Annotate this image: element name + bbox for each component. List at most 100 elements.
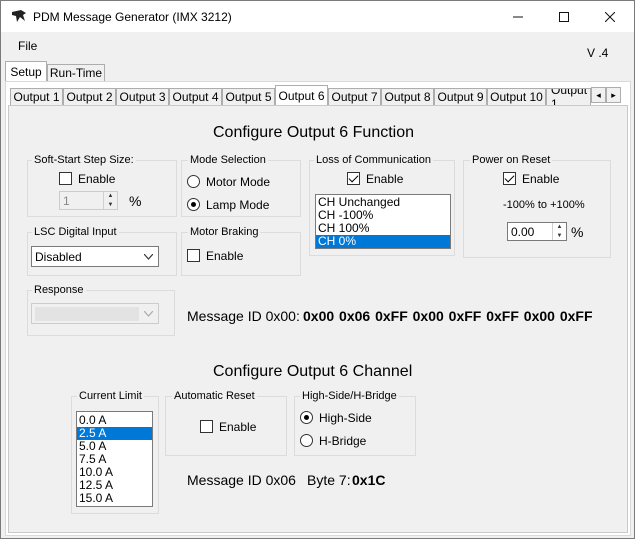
spinner-buttons[interactable]: ▲ ▼ xyxy=(552,223,566,240)
soft-start-enable-label: Enable xyxy=(78,172,116,186)
lamp-mode-radio[interactable] xyxy=(187,198,200,211)
loss-comm-enable-label: Enable xyxy=(366,172,404,186)
channel-message-value: 0x1C xyxy=(352,472,386,488)
chevron-left-icon: ◂ xyxy=(596,89,601,100)
menu-bar: File xyxy=(1,35,634,57)
maximize-button[interactable] xyxy=(541,1,587,32)
h-bridge-radio[interactable] xyxy=(300,434,313,447)
tab-setup-label: Setup xyxy=(10,64,42,79)
soft-start-unit: % xyxy=(129,193,142,209)
tab-label: Output 10 xyxy=(490,90,543,104)
soft-start-enable-checkbox[interactable] xyxy=(59,172,72,185)
tab-output-5[interactable]: Output 5 xyxy=(222,88,275,106)
function-message-bytes: 0x00 0x06 0xFF 0x00 0xFF 0xFF 0x00 0xFF xyxy=(303,308,593,324)
motor-mode-label: Motor Mode xyxy=(206,175,271,189)
arrow-down-icon: ▼ xyxy=(107,201,114,208)
motor-braking-enable-checkbox[interactable] xyxy=(187,249,200,262)
window-title: PDM Message Generator (IMX 3212) xyxy=(33,10,232,24)
app-window: PDM Message Generator (IMX 3212) File V … xyxy=(0,0,635,539)
tab-output-1[interactable]: Output 1 xyxy=(10,88,63,106)
title-bar: PDM Message Generator (IMX 3212) xyxy=(1,1,634,32)
version-label: V .4 xyxy=(587,46,609,60)
tab-label: Output 6 xyxy=(278,88,325,103)
tab-scroll-right-button[interactable]: ▸ xyxy=(606,87,621,103)
tab-output-2[interactable]: Output 2 xyxy=(63,88,116,106)
loss-comm-listbox[interactable]: CH Unchanged CH -100% CH 100% CH 0% xyxy=(315,194,451,249)
lsc-digital-input-label: LSC Digital Input xyxy=(32,226,119,238)
response-select[interactable] xyxy=(31,303,159,324)
power-reset-enable-checkbox[interactable] xyxy=(503,172,516,185)
auto-reset-enable-checkbox[interactable] xyxy=(200,420,213,433)
power-reset-enable-label: Enable xyxy=(522,172,560,186)
tab-label: Output 8 xyxy=(384,90,431,104)
tab-run-time-label: Run-Time xyxy=(49,66,103,80)
motor-braking-enable-label: Enable xyxy=(206,249,244,263)
arrow-down-icon: ▼ xyxy=(556,232,563,239)
soft-start-label: Soft-Start Step Size: xyxy=(32,154,136,166)
tab-label: Output 9 xyxy=(437,90,484,104)
maximize-icon xyxy=(559,11,569,22)
tab-label: Output 1 xyxy=(551,88,588,106)
current-limit-listbox[interactable]: 0.0 A 2.5 A 5.0 A 7.5 A 10.0 A 12.5 A 15… xyxy=(76,411,153,507)
power-reset-value-input[interactable]: 0.00 ▲ ▼ xyxy=(507,222,567,241)
tab-scroll-left-button[interactable]: ◂ xyxy=(591,87,606,103)
mode-selection-label: Mode Selection xyxy=(188,154,268,166)
automatic-reset-label: Automatic Reset xyxy=(172,390,257,402)
high-side-h-bridge-label: High-Side/H-Bridge xyxy=(300,390,399,402)
tab-label: Output 1 xyxy=(13,90,60,104)
chevron-down-icon xyxy=(144,254,153,260)
list-item-selected[interactable]: CH 0% xyxy=(316,235,450,248)
power-reset-range: -100% to +100% xyxy=(503,199,585,211)
close-button[interactable] xyxy=(587,1,633,32)
tab-label: Output 2 xyxy=(66,90,113,104)
power-reset-unit: % xyxy=(571,224,584,240)
function-message-prefix: Message ID 0x00: xyxy=(187,308,300,324)
lsc-digital-input-select[interactable]: Disabled xyxy=(31,246,159,267)
tab-label: Output 4 xyxy=(172,90,219,104)
soft-start-step-input[interactable]: 1 ▲ ▼ xyxy=(59,191,118,210)
auto-reset-enable-label: Enable xyxy=(219,420,257,434)
arrow-up-icon: ▲ xyxy=(556,224,563,231)
loss-comm-enable-checkbox[interactable] xyxy=(347,172,360,185)
channel-message-byte-label: Byte 7: xyxy=(307,472,351,488)
response-select-value xyxy=(35,307,139,321)
loss-of-communication-label: Loss of Communication xyxy=(314,154,433,166)
tab-label: Output 3 xyxy=(119,90,166,104)
tab-output-11[interactable]: Output 1 xyxy=(546,88,591,106)
function-heading: Configure Output 6 Function xyxy=(213,124,415,141)
tab-output-3[interactable]: Output 3 xyxy=(116,88,169,106)
current-limit-label: Current Limit xyxy=(77,390,144,402)
menu-file[interactable]: File xyxy=(18,39,37,53)
app-logo-icon xyxy=(12,10,26,22)
tab-output-4[interactable]: Output 4 xyxy=(169,88,222,106)
tab-output-10[interactable]: Output 10 xyxy=(487,88,546,106)
tab-output-9[interactable]: Output 9 xyxy=(434,88,487,106)
channel-message-prefix: Message ID 0x06 xyxy=(187,472,296,488)
tab-setup[interactable]: Setup xyxy=(5,61,47,82)
tab-output-7[interactable]: Output 7 xyxy=(328,88,381,106)
power-on-reset-label: Power on Reset xyxy=(470,154,553,166)
tab-output-8[interactable]: Output 8 xyxy=(381,88,434,106)
motor-mode-radio[interactable] xyxy=(187,175,200,188)
soft-start-value: 1 xyxy=(63,194,70,208)
channel-heading: Configure Output 6 Channel xyxy=(213,363,413,380)
spinner-buttons[interactable]: ▲ ▼ xyxy=(103,192,117,209)
tab-output-6[interactable]: Output 6 xyxy=(275,85,328,106)
list-item[interactable]: 15.0 A xyxy=(77,492,152,505)
tab-label: Output 7 xyxy=(331,90,378,104)
minimize-icon xyxy=(513,16,523,17)
high-side-label: High-Side xyxy=(319,411,372,425)
lamp-mode-label: Lamp Mode xyxy=(206,198,270,212)
h-bridge-label: H-Bridge xyxy=(319,434,367,448)
close-icon xyxy=(605,11,615,22)
tab-label: Output 5 xyxy=(225,90,272,104)
power-reset-value: 0.00 xyxy=(511,225,535,239)
chevron-right-icon: ▸ xyxy=(611,89,616,100)
response-label: Response xyxy=(32,284,86,296)
high-side-radio[interactable] xyxy=(300,411,313,424)
chevron-down-icon xyxy=(144,311,153,317)
motor-braking-label: Motor Braking xyxy=(188,226,261,238)
minimize-button[interactable] xyxy=(495,1,541,32)
arrow-up-icon: ▲ xyxy=(107,193,114,200)
tab-run-time[interactable]: Run-Time xyxy=(47,64,105,82)
